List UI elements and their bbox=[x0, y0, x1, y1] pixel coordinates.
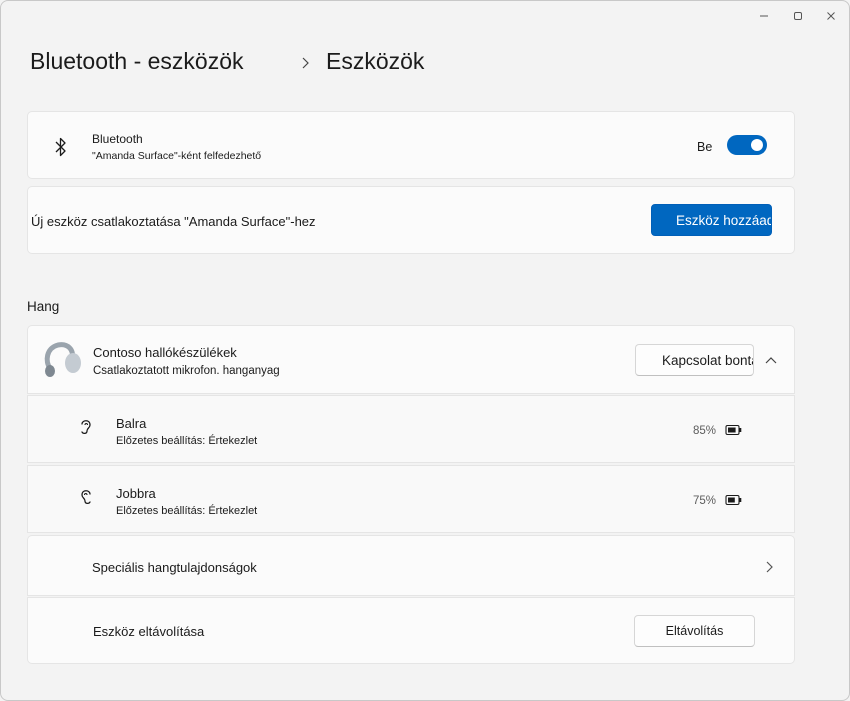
ear-icon bbox=[81, 490, 91, 505]
battery-icon bbox=[725, 494, 742, 506]
disconnect-button[interactable]: Kapcsolat bontása bbox=[635, 344, 754, 376]
special-audio-label: Speciális hangtulajdonságok bbox=[92, 560, 257, 575]
sub-device-name: Jobbra bbox=[116, 486, 156, 501]
hearing-aid-icon bbox=[44, 342, 81, 377]
minimize-button[interactable] bbox=[747, 1, 781, 31]
sub-device-name: Balra bbox=[116, 416, 147, 431]
bluetooth-toggle[interactable] bbox=[727, 135, 767, 155]
bluetooth-icon bbox=[55, 137, 66, 157]
breadcrumb-parent[interactable]: Bluetooth - eszközök bbox=[30, 48, 244, 75]
section-label-hang: Hang bbox=[27, 299, 60, 314]
settings-window: Bluetooth - eszközök Eszközök Bluetooth … bbox=[0, 0, 850, 701]
special-audio-row[interactable]: Speciális hangtulajdonságok bbox=[27, 535, 795, 596]
minimize-icon bbox=[760, 15, 768, 17]
maximize-button[interactable] bbox=[781, 1, 815, 31]
sub-device-left: Balra Előzetes beállítás: Értekezlet 85% bbox=[27, 395, 795, 463]
toggle-state-label: Be bbox=[697, 140, 713, 154]
bluetooth-subtitle: "Amanda Surface"-ként felfedezhető bbox=[92, 150, 262, 162]
maximize-icon bbox=[794, 12, 802, 20]
battery-icon bbox=[725, 424, 742, 436]
add-device-text: Új eszköz csatlakoztatása "Amanda Surfac… bbox=[31, 214, 316, 229]
chevron-right-icon bbox=[766, 561, 773, 573]
hearing-aid-card[interactable]: Contoso hallókészülékek Csatlakoztatott … bbox=[27, 325, 795, 394]
close-button[interactable] bbox=[814, 1, 848, 31]
add-device-button[interactable]: Eszköz hozzáadása bbox=[651, 204, 772, 236]
chevron-right-icon bbox=[302, 57, 309, 69]
remove-button[interactable]: Eltávolítás bbox=[634, 615, 755, 647]
bluetooth-card: Bluetooth "Amanda Surface"-ként felfedez… bbox=[27, 111, 795, 179]
close-icon bbox=[827, 12, 835, 20]
chevron-up-icon[interactable] bbox=[764, 355, 778, 365]
ear-icon bbox=[81, 420, 91, 435]
sub-device-preset: Előzetes beállítás: Értekezlet bbox=[116, 435, 258, 447]
page-title: Eszközök bbox=[326, 48, 425, 74]
remove-device-row: Eszköz eltávolítása Eltávolítás bbox=[27, 597, 795, 664]
bluetooth-title: Bluetooth bbox=[92, 132, 143, 146]
battery-percent: 85% bbox=[693, 425, 717, 437]
add-device-card: Új eszköz csatlakoztatása "Amanda Surfac… bbox=[27, 186, 795, 254]
device-status: Csatlakoztatott mikrofon. hanganyag bbox=[93, 365, 280, 377]
toggle-knob bbox=[751, 139, 763, 151]
sub-device-preset: Előzetes beállítás: Értekezlet bbox=[116, 505, 258, 517]
battery-percent: 75% bbox=[693, 495, 717, 507]
sub-device-right: Jobbra Előzetes beállítás: Értekezlet 75… bbox=[27, 465, 795, 533]
device-name: Contoso hallókészülékek bbox=[93, 345, 237, 360]
remove-device-label: Eszköz eltávolítása bbox=[93, 624, 205, 639]
